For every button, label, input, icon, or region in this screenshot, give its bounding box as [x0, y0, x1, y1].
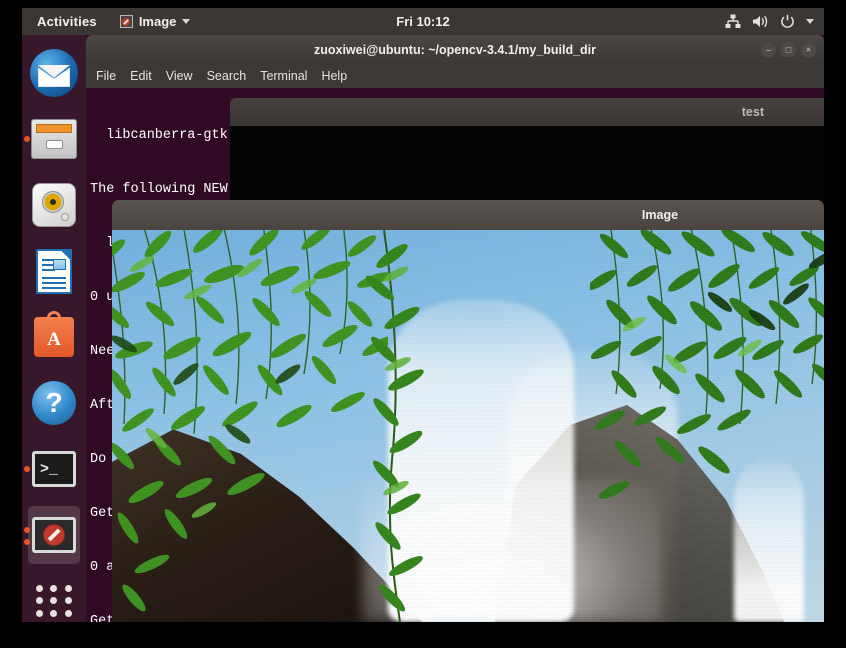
- dock-item-libreoffice-impress[interactable]: [22, 239, 86, 303]
- image-window-title: Image: [641, 208, 679, 222]
- dock-item-terminal[interactable]: >_: [22, 437, 86, 501]
- thunderbird-icon: [30, 49, 78, 97]
- waterfall-photo: [112, 230, 824, 622]
- dock-item-help[interactable]: ?: [22, 371, 86, 435]
- close-button[interactable]: ×: [801, 42, 816, 57]
- menu-help[interactable]: Help: [321, 69, 347, 83]
- chevron-down-icon: [182, 19, 191, 24]
- libreoffice-impress-icon: [30, 247, 78, 295]
- menu-view[interactable]: View: [166, 69, 193, 83]
- menu-terminal[interactable]: Terminal: [260, 69, 307, 83]
- minimize-button[interactable]: –: [761, 42, 776, 57]
- dock-item-rhythmbox[interactable]: [22, 173, 86, 237]
- app-menu-button[interactable]: Image: [119, 14, 191, 29]
- image-window-canvas[interactable]: [112, 230, 824, 622]
- image-viewer-icon: [30, 511, 78, 559]
- dock-item-ubuntu-software[interactable]: A: [22, 305, 86, 369]
- dock-item-show-applications[interactable]: [22, 569, 86, 622]
- test-window-titlebar[interactable]: test: [230, 98, 824, 126]
- terminal-prompt-glyph: >_: [32, 451, 76, 487]
- ubuntu-software-icon: A: [30, 311, 78, 361]
- rhythmbox-icon: [30, 181, 78, 229]
- volume-icon: [753, 15, 768, 28]
- menu-edit[interactable]: Edit: [130, 69, 152, 83]
- chevron-down-icon[interactable]: [806, 19, 814, 24]
- launcher-dock: A ? >_: [22, 35, 86, 622]
- maximize-button[interactable]: □: [781, 42, 796, 57]
- terminal-title: zuoxiwei@ubuntu: ~/opencv-3.4.1/my_build…: [313, 42, 597, 57]
- desktop-screen: zuoxiwei@ubuntu: ~/opencv-3.4.1/my_build…: [22, 8, 824, 622]
- files-icon: [30, 115, 78, 163]
- window-controls: – □ ×: [761, 42, 816, 57]
- dock-item-thunderbird[interactable]: [22, 41, 86, 105]
- help-icon: ?: [30, 379, 78, 427]
- photo-willow-vine: [365, 230, 424, 622]
- photo-willow-right: [590, 230, 824, 499]
- dock-item-image-viewer[interactable]: [22, 503, 86, 567]
- dock-item-files[interactable]: [22, 107, 86, 171]
- app-grid-icon: [30, 577, 78, 622]
- activities-button[interactable]: Activities: [32, 12, 102, 31]
- image-window-titlebar[interactable]: Image: [112, 200, 824, 230]
- app-menu-label: Image: [138, 14, 177, 29]
- terminal-icon: >_: [30, 445, 78, 493]
- menu-file[interactable]: File: [96, 69, 116, 83]
- terminal-menubar: File Edit View Search Terminal Help: [86, 64, 824, 88]
- terminal-titlebar[interactable]: zuoxiwei@ubuntu: ~/opencv-3.4.1/my_build…: [86, 35, 824, 64]
- gnome-top-bar: Activities Image Fri 10:12: [22, 8, 824, 35]
- test-window-title: test: [741, 105, 764, 119]
- power-icon: [781, 14, 794, 28]
- menu-search[interactable]: Search: [207, 69, 247, 83]
- image-window[interactable]: Image: [112, 200, 824, 622]
- network-icon: [725, 14, 741, 28]
- system-tray[interactable]: [725, 14, 814, 29]
- blocked-circle-icon: [119, 15, 133, 28]
